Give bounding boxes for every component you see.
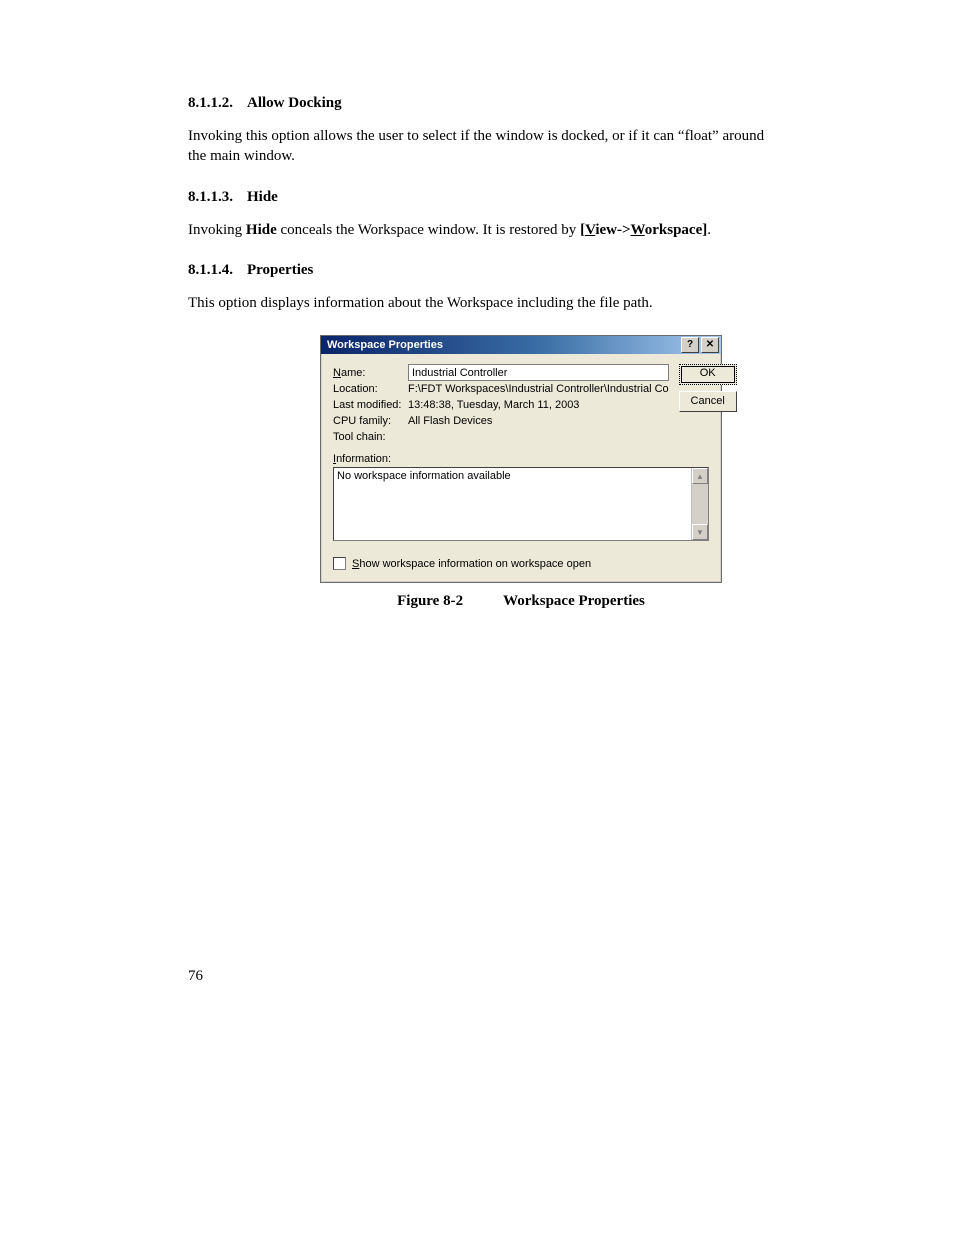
dialog-titlebar: Workspace Properties ? ✕ (321, 336, 721, 354)
scroll-up-icon[interactable]: ▲ (692, 468, 708, 484)
location-value: F:\FDT Workspaces\Industrial Controller\… (408, 381, 669, 397)
help-icon[interactable]: ? (681, 337, 699, 353)
cancel-button[interactable]: Cancel (679, 391, 737, 412)
location-label: Location: (333, 381, 408, 397)
information-textarea[interactable]: No workspace information available ▲ ▼ (333, 467, 709, 541)
cpu-value: All Flash Devices (408, 413, 669, 429)
toolchain-label: Tool chain: (333, 429, 408, 445)
heading-allow-docking: 8.1.1.2.Allow Docking (188, 95, 854, 112)
dialog-title: Workspace Properties (327, 339, 679, 351)
toolchain-value (408, 435, 669, 439)
para-properties: This option displays information about t… (188, 293, 768, 313)
scrollbar[interactable]: ▲ ▼ (691, 468, 708, 540)
show-info-label: Show workspace information on workspace … (352, 558, 591, 570)
heading-properties: 8.1.1.4.Properties (188, 262, 854, 279)
para-hide: Invoking Hide conceals the Workspace win… (188, 220, 768, 240)
heading-hide: 8.1.1.3.Hide (188, 189, 854, 206)
close-icon[interactable]: ✕ (701, 337, 719, 353)
information-label: Information: (333, 451, 709, 467)
modified-label: Last modified: (333, 397, 408, 413)
show-info-checkbox[interactable] (333, 557, 346, 570)
workspace-properties-dialog: Workspace Properties ? ✕ Name: Location:… (320, 335, 722, 583)
cpu-label: CPU family: (333, 413, 408, 429)
modified-value: 13:48:38, Tuesday, March 11, 2003 (408, 397, 669, 413)
figure-caption: Figure 8-2Workspace Properties (188, 593, 854, 610)
scroll-down-icon[interactable]: ▼ (692, 524, 708, 540)
name-label: Name: (333, 365, 408, 381)
name-input[interactable] (408, 364, 669, 381)
information-text: No workspace information available (337, 470, 511, 482)
para-allow-docking: Invoking this option allows the user to … (188, 126, 768, 167)
ok-button[interactable]: OK (679, 364, 737, 385)
page-number: 76 (188, 968, 203, 985)
